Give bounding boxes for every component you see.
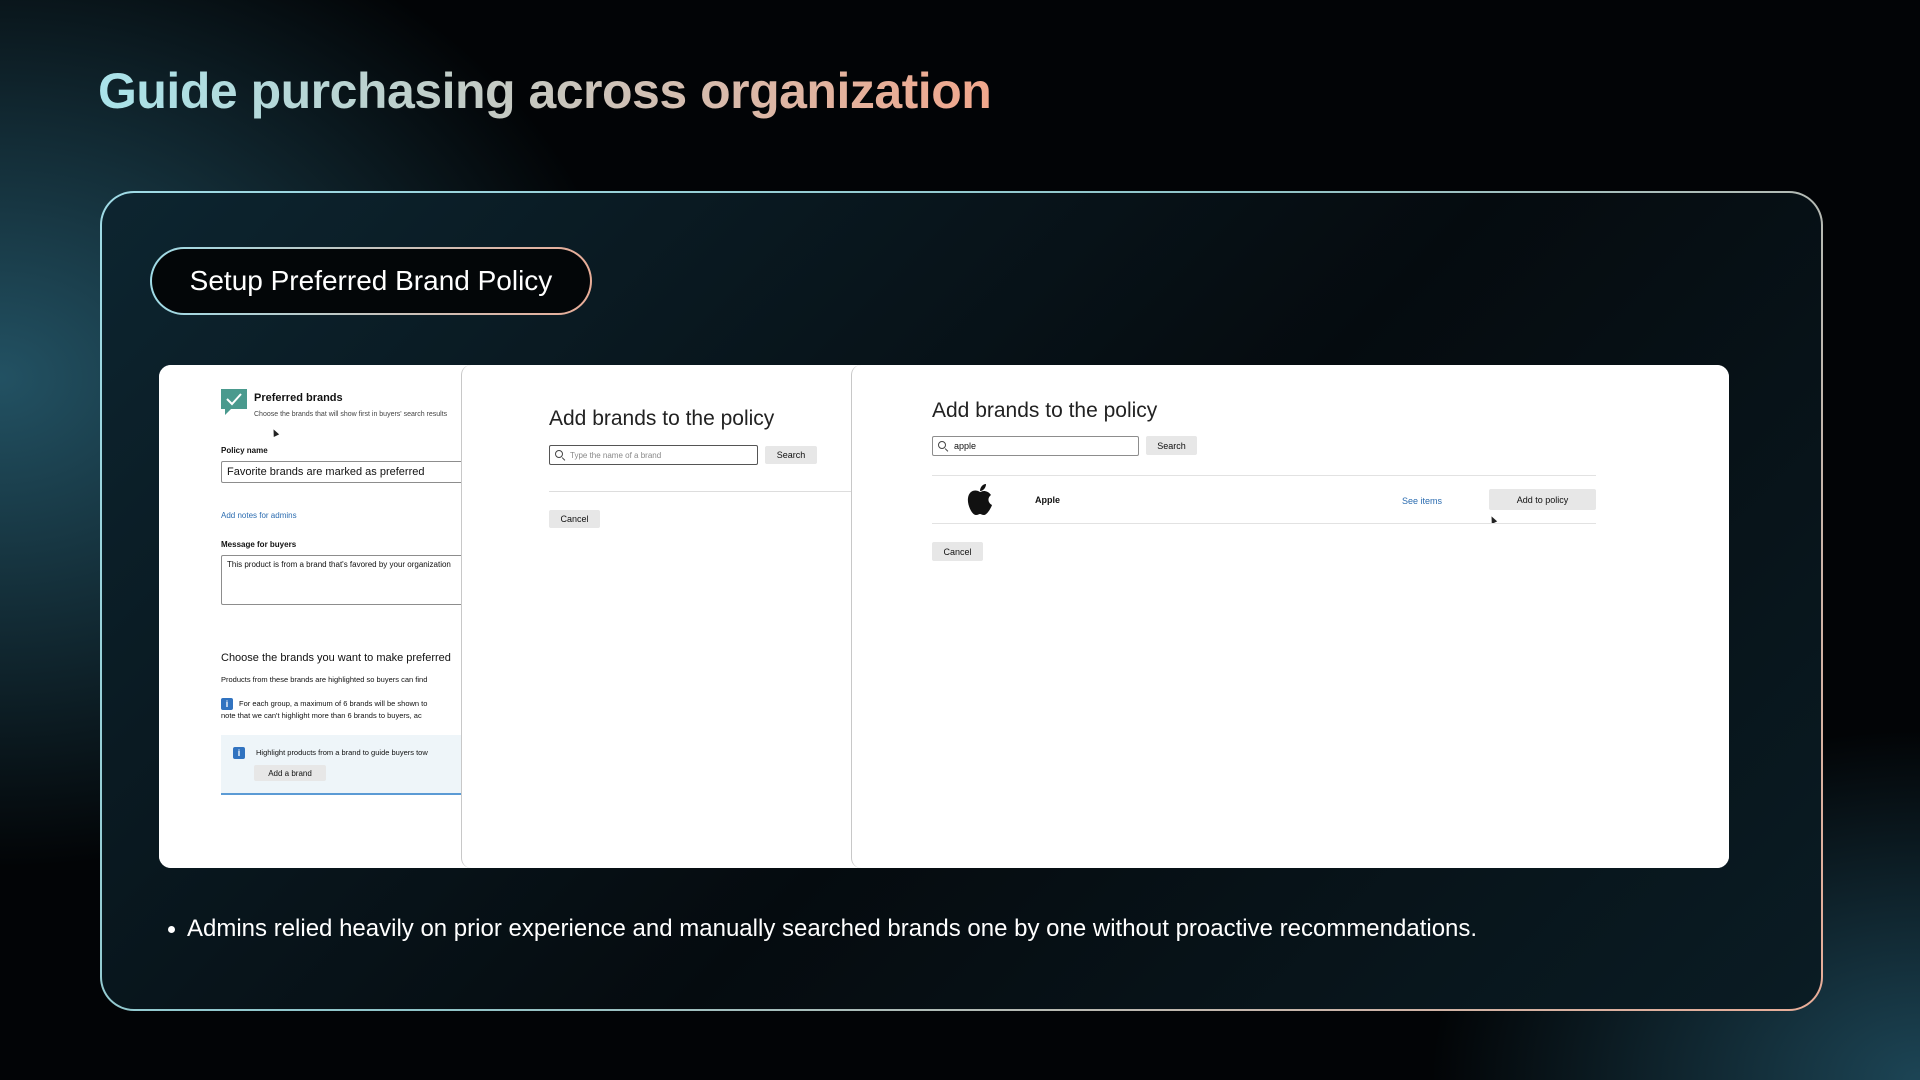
info-line-2: note that we can't highlight more than 6… xyxy=(221,711,422,720)
choose-brands-heading: Choose the brands you want to make prefe… xyxy=(221,652,451,664)
highlight-text: Highlight products from a brand to guide… xyxy=(256,748,428,757)
message-value: This product is from a brand that's favo… xyxy=(227,560,451,569)
info-icon: i xyxy=(233,747,245,759)
search-button[interactable]: Search xyxy=(1146,436,1197,455)
screenshot-collage: Preferred brands Choose the brands that … xyxy=(159,365,1729,868)
content-card: Setup Preferred Brand Policy Preferred b… xyxy=(100,191,1823,1011)
preferred-brands-panel: Preferred brands Choose the brands that … xyxy=(159,365,491,868)
policy-name-value: Favorite brands are marked as preferred xyxy=(227,466,425,478)
see-items-link[interactable]: See items xyxy=(1402,496,1442,506)
add-notes-link[interactable]: Add notes for admins xyxy=(221,511,297,520)
cancel-button[interactable]: Cancel xyxy=(549,510,600,528)
add-brands-title: Add brands to the policy xyxy=(932,399,1158,422)
preferred-brands-title: Preferred brands xyxy=(254,392,343,404)
message-textarea[interactable]: This product is from a brand that's favo… xyxy=(221,555,491,605)
policy-name-label: Policy name xyxy=(221,446,268,455)
preferred-brands-subtitle: Choose the brands that will show first i… xyxy=(254,411,448,418)
brand-search-field[interactable]: Type the name of a brand xyxy=(549,445,758,465)
checkmark-badge-icon xyxy=(221,389,247,415)
info-line-1: For each group, a maximum of 6 brands wi… xyxy=(239,699,428,708)
divider xyxy=(932,475,1596,476)
mouse-cursor-icon xyxy=(270,428,280,437)
cancel-button[interactable]: Cancel xyxy=(932,542,983,561)
add-brands-result-panel: Add brands to the policy apple Search Ap… xyxy=(851,365,1729,868)
info-icon: i xyxy=(221,698,233,710)
brand-search-value: apple xyxy=(954,441,977,451)
add-brand-button[interactable]: Add a brand xyxy=(254,765,326,781)
result-brand-name: Apple xyxy=(1035,495,1061,505)
choose-brands-description: Products from these brands are highlight… xyxy=(221,675,428,684)
message-label: Message for buyers xyxy=(221,540,297,549)
bullet-dot xyxy=(168,926,175,933)
policy-name-field[interactable]: Favorite brands are marked as preferred xyxy=(221,461,491,483)
bullet-text: Admins relied heavily on prior experienc… xyxy=(187,915,1478,942)
slide-title: Guide purchasing across organization xyxy=(98,63,992,119)
divider xyxy=(932,523,1596,524)
add-to-policy-button[interactable]: Add to policy xyxy=(1489,489,1596,510)
search-icon xyxy=(938,441,948,451)
section-pill: Setup Preferred Brand Policy xyxy=(150,247,592,315)
brand-search-field[interactable]: apple xyxy=(932,436,1139,456)
search-icon xyxy=(555,450,565,460)
bullet-point: Admins relied heavily on prior experienc… xyxy=(168,915,1781,943)
highlight-box: i Highlight products from a brand to gui… xyxy=(221,735,491,795)
add-brands-title: Add brands to the policy xyxy=(549,407,775,430)
brand-search-placeholder: Type the name of a brand xyxy=(570,450,662,460)
add-brands-empty-panel: Add brands to the policy Type the name o… xyxy=(461,365,862,868)
section-pill-label: Setup Preferred Brand Policy xyxy=(152,249,590,313)
search-button[interactable]: Search xyxy=(765,446,817,464)
divider xyxy=(549,491,862,492)
apple-logo-icon xyxy=(967,484,992,515)
